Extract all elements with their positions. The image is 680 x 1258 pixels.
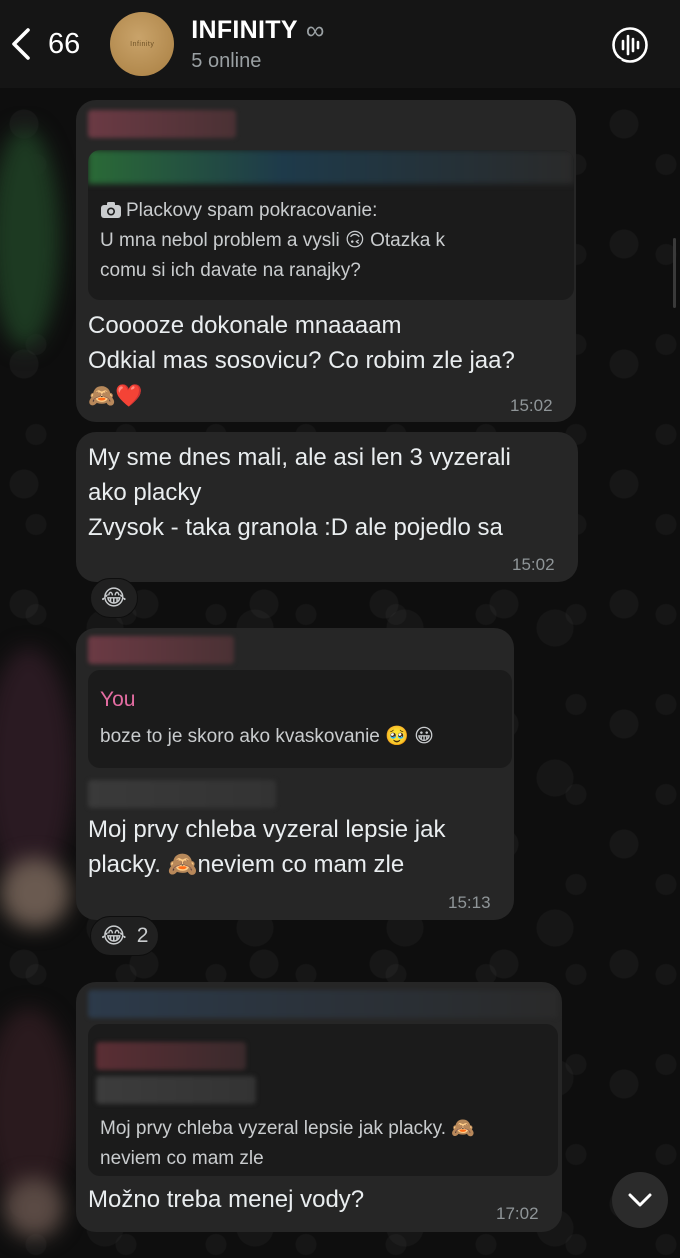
message-bubble[interactable]: Plackovy spam pokracovanie: U mna nebol … bbox=[76, 100, 576, 422]
message-line: Zvysok - taka granola :D ale pojedlo sa bbox=[88, 514, 503, 541]
message-time: 15:02 bbox=[512, 555, 555, 574]
voice-chat-icon[interactable] bbox=[610, 25, 650, 65]
chat-title: INFINITY ∞ bbox=[191, 15, 324, 46]
laughing-emoji-icon: 😂 bbox=[101, 585, 127, 610]
message-time: 15:13 bbox=[448, 893, 491, 912]
scroll-to-bottom-button[interactable] bbox=[612, 1172, 668, 1228]
chat-header: 66 Infinity INFINITY ∞ 5 online bbox=[0, 0, 680, 88]
sender-avatar-blurred bbox=[0, 648, 74, 888]
quote-text: boze to je skoro ako kvaskovanie 🥹 😀 bbox=[100, 726, 434, 747]
chevron-down-icon bbox=[628, 1193, 652, 1207]
sender-name-blurred bbox=[88, 636, 234, 664]
reaction-badge[interactable]: 😂 bbox=[90, 578, 138, 618]
sender-avatar-blurred bbox=[0, 858, 70, 928]
message-bubble[interactable]: My sme dnes mali, ale asi len 3 vyzerali… bbox=[76, 432, 578, 582]
chat-title-block[interactable]: INFINITY ∞ 5 online bbox=[191, 15, 324, 73]
message-text: My sme dnes mali, ale asi len 3 vyzerali… bbox=[88, 440, 511, 545]
message-line: placky. 🙈neviem co mam zle bbox=[88, 851, 405, 878]
quote-author: You bbox=[100, 688, 136, 711]
message-time: 15:02 bbox=[510, 396, 553, 415]
sender-avatar-blurred bbox=[4, 1178, 64, 1238]
forwarded-name-blurred bbox=[88, 780, 276, 808]
message-line: 🙈❤️ bbox=[88, 383, 143, 408]
quote-line: comu si ich davate na ranajky? bbox=[100, 260, 361, 281]
unread-count: 66 bbox=[48, 27, 81, 60]
back-button[interactable]: 66 bbox=[8, 14, 80, 74]
quote-line: U mna nebol problem a vysli 🙃 Otazka k bbox=[100, 230, 446, 251]
message-line: ako placky bbox=[88, 479, 202, 506]
message-bubble[interactable]: Moj prvy chleba vyzeral lepsie jak plack… bbox=[76, 982, 562, 1232]
message-text: Moj prvy chleba vyzeral lepsie jak plack… bbox=[88, 812, 445, 882]
message-line: My sme dnes mali, ale asi len 3 vyzerali bbox=[88, 444, 511, 471]
message-line: Cooooze dokonale mnaaaam bbox=[88, 312, 402, 339]
quote-text: Plackovy spam pokracovanie: U mna nebol … bbox=[100, 196, 560, 286]
sender-name-blurred bbox=[88, 110, 236, 138]
camera-icon bbox=[101, 202, 121, 218]
chevron-left-icon bbox=[12, 28, 30, 60]
reply-quote[interactable]: Moj prvy chleba vyzeral lepsie jak plack… bbox=[88, 1024, 558, 1176]
sender-avatar-blurred bbox=[0, 128, 60, 348]
quote-line: neviem co mam zle bbox=[100, 1148, 264, 1169]
scrollbar[interactable] bbox=[673, 238, 676, 308]
message-text: Cooooze dokonale mnaaaam Odkial mas soso… bbox=[88, 308, 515, 413]
message-bubble[interactable]: You boze to je skoro ako kvaskovanie 🥹 😀… bbox=[76, 628, 514, 920]
quote-text: Moj prvy chleba vyzeral lepsie jak plack… bbox=[100, 1114, 475, 1174]
quote-line: Moj prvy chleba vyzeral lepsie jak plack… bbox=[100, 1118, 475, 1139]
reply-quote[interactable]: Plackovy spam pokracovanie: U mna nebol … bbox=[88, 150, 574, 300]
laughing-emoji-icon: 😂 bbox=[101, 923, 127, 948]
reply-quote[interactable]: You boze to je skoro ako kvaskovanie 🥹 😀 bbox=[88, 670, 512, 768]
chat-title-text: INFINITY bbox=[191, 16, 298, 44]
message-line: Odkial mas sosovicu? Co robim zle jaa? bbox=[88, 347, 515, 374]
online-status: 5 online bbox=[191, 50, 262, 72]
message-line: Možno treba menej vody? bbox=[88, 1186, 365, 1213]
message-list[interactable]: Plackovy spam pokracovanie: U mna nebol … bbox=[0, 88, 680, 1258]
quote-subtitle-blurred bbox=[96, 1076, 256, 1104]
message-time: 17:02 bbox=[496, 1204, 539, 1223]
sender-name-blurred bbox=[88, 990, 558, 1018]
infinity-icon: ∞ bbox=[305, 15, 325, 45]
group-avatar[interactable]: Infinity bbox=[110, 12, 175, 76]
reaction-badge[interactable]: 😂 2 bbox=[90, 916, 160, 956]
quote-author-blurred bbox=[88, 150, 574, 184]
message-line: Moj prvy chleba vyzeral lepsie jak bbox=[88, 816, 446, 843]
reaction-count: 2 bbox=[136, 924, 149, 947]
quote-author-blurred bbox=[96, 1042, 246, 1070]
message-text: Možno treba menej vody? bbox=[88, 1182, 364, 1217]
quote-line: Plackovy spam pokracovanie: bbox=[126, 200, 378, 221]
